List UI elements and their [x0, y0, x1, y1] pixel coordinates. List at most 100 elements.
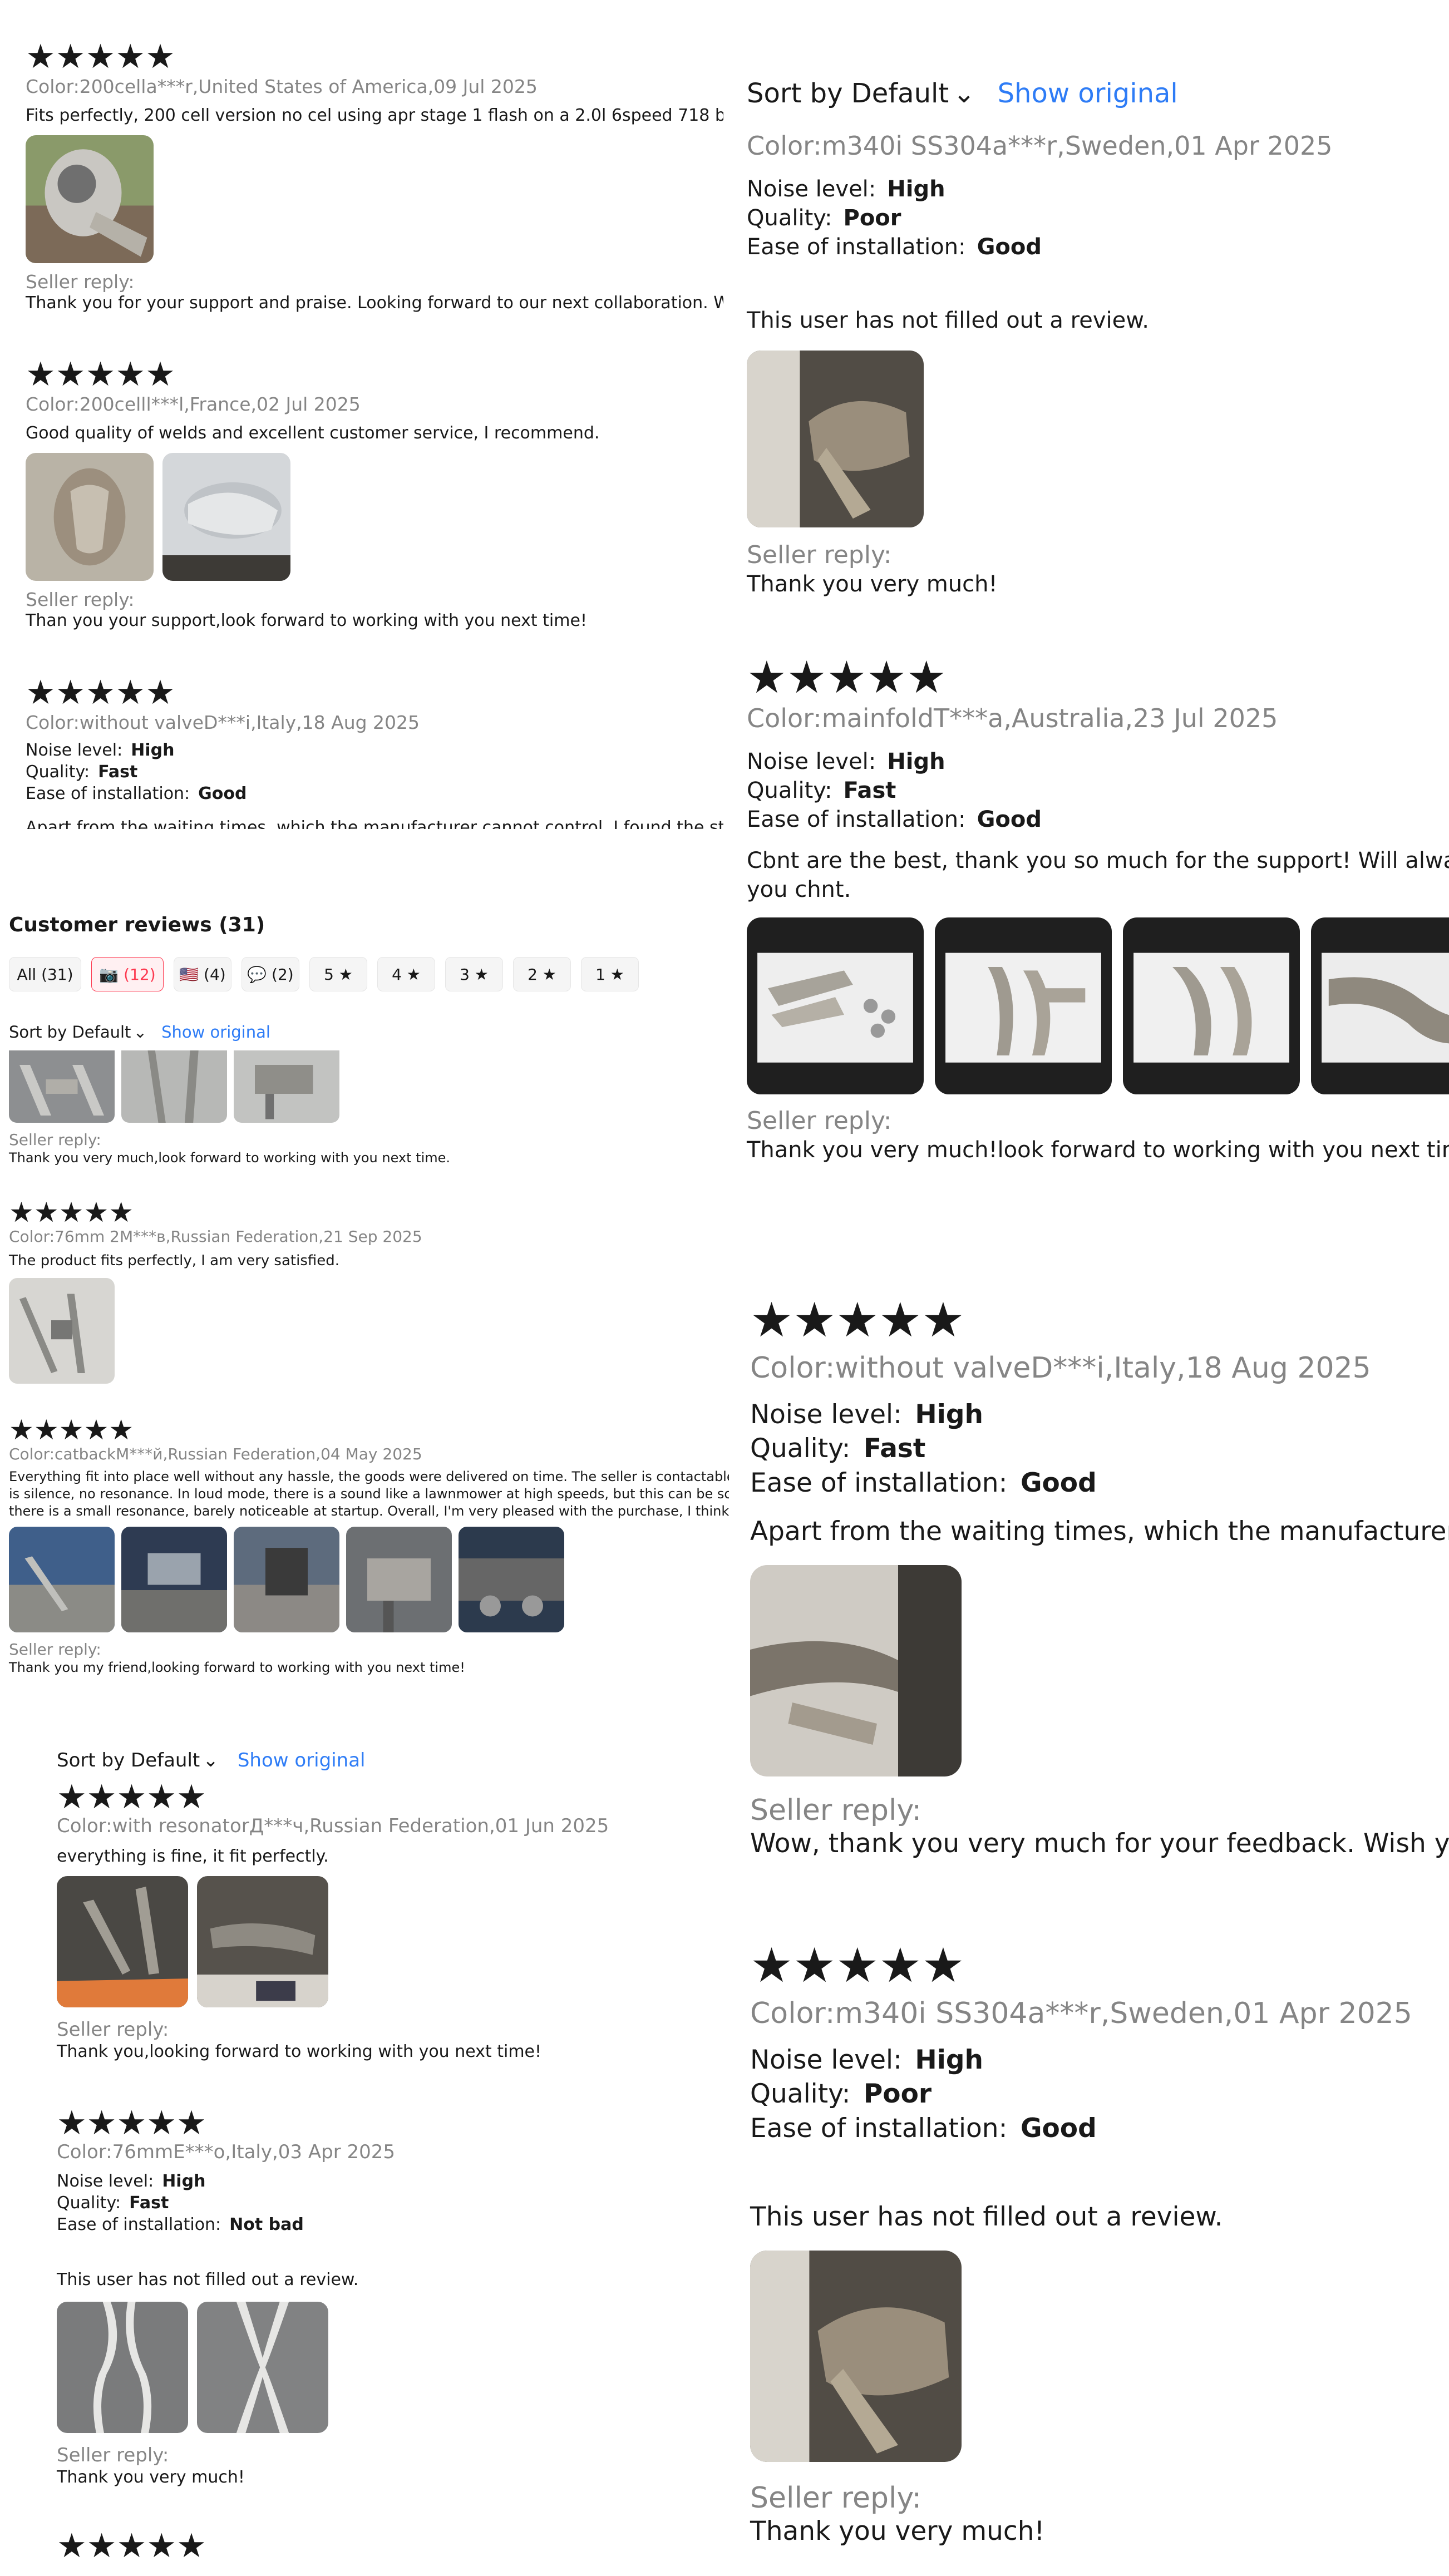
review-photo-thumbnail[interactable]: [750, 1565, 962, 1776]
review-text: The product fits perfectly, I am very sa…: [9, 1252, 340, 1269]
noise-level-label: Noise level:: [750, 1399, 902, 1430]
review-photo-thumbnail[interactable]: [9, 1527, 115, 1633]
review-photo-thumbnail[interactable]: [935, 917, 1112, 1095]
review-meta: Color:catbackМ***й,Russian Federation,04…: [9, 1445, 422, 1463]
review-photo-thumbnail[interactable]: [459, 1527, 564, 1633]
filter-chip-all[interactable]: All (31): [9, 957, 81, 991]
noise-level-value: High: [887, 749, 945, 775]
review-meta: Color:mainfoldT***a,Australia,23 Jul 202…: [747, 703, 1278, 733]
seller-reply-text: Thank you very much!: [750, 2516, 1045, 2547]
review-photo-thumbnail[interactable]: [57, 1876, 188, 2007]
review-photo-thumbnail[interactable]: [121, 1050, 227, 1123]
review-images: [26, 135, 721, 263]
review-item: ★★★★★ Color:200celll***l,France,02 Jul 2…: [26, 358, 721, 631]
noise-level-label: Noise level:: [750, 2045, 902, 2076]
sort-label: Sort by Default: [9, 1023, 131, 1042]
star-rating: ★★★★★: [26, 355, 175, 394]
review-text: Good quality of welds and excellent cust…: [26, 423, 600, 443]
review-photo-thumbnail[interactable]: [9, 1278, 115, 1384]
review-photo-thumbnail[interactable]: [1123, 917, 1300, 1095]
quality-value: Poor: [863, 2079, 932, 2110]
filter-chip-5-star[interactable]: 5 ★: [309, 957, 367, 991]
seller-reply-text: Thank you very much!: [57, 2467, 245, 2487]
noise-level-value: High: [162, 2171, 206, 2191]
review-photo-thumbnail[interactable]: [9, 1050, 115, 1123]
review-photo-thumbnail[interactable]: [750, 2250, 962, 2462]
review-item: ★★★★★ Color:with resonatorД***ч,Russian …: [57, 1780, 730, 2062]
quality-value: Fast: [863, 1433, 926, 1464]
review-photo-thumbnail[interactable]: [57, 2301, 188, 2433]
review-attributes: Noise level: High Quality: Fast Ease of in…: [750, 1398, 1449, 1499]
filter-chip-2-star[interactable]: 2 ★: [513, 957, 571, 991]
filter-chip-with-photos[interactable]: 📷 (12): [91, 957, 164, 991]
review-photo-thumbnail[interactable]: [26, 452, 154, 581]
seller-reply-label: Seller reply:: [26, 588, 135, 610]
seller-reply-label: Seller reply:: [747, 1107, 892, 1136]
seller-reply-label: Seller reply:: [747, 541, 892, 570]
filter-chip-3-star[interactable]: 3 ★: [445, 957, 503, 991]
review-photo-thumbnail[interactable]: [121, 1527, 227, 1633]
review-photo-thumbnail[interactable]: [234, 1527, 339, 1633]
quality-label: Quality:: [26, 762, 90, 782]
filter-chip-4-star[interactable]: 4 ★: [377, 957, 435, 991]
customer-reviews-heading: Customer reviews (31): [9, 914, 265, 936]
star-rating: ★★★★★: [9, 1196, 134, 1228]
ease-of-installation-value: Good: [1020, 2113, 1097, 2144]
review-attributes: Noise level: High Quality: Poor Ease of in…: [750, 2043, 1449, 2145]
seller-reply-label: Seller reply:: [9, 1640, 101, 1659]
review-photo-thumbnail[interactable]: [234, 1050, 339, 1123]
review-photo-thumbnail[interactable]: [162, 452, 290, 581]
filter-chip-1-star[interactable]: 1 ★: [581, 957, 639, 991]
review-photo-thumbnail[interactable]: [197, 2301, 328, 2433]
star-rating: ★★★★★: [750, 1292, 965, 1348]
sort-dropdown[interactable]: Sort by Default ⌄: [747, 78, 975, 109]
show-original-link[interactable]: Show original: [238, 1749, 366, 1771]
review-item: ★★★★★: [57, 2529, 730, 2563]
noise-level-label: Noise level:: [747, 176, 876, 203]
star-rating: ★★★★★: [57, 1778, 206, 1817]
review-images: [750, 2250, 1449, 2462]
noise-level-value: High: [915, 2045, 983, 2076]
sort-bar: Sort by Default ⌄ Show original: [9, 1023, 270, 1042]
review-text: Apart from the waiting times, which the …: [26, 817, 723, 829]
quality-label: Quality:: [747, 778, 832, 804]
filter-chip-with-comments[interactable]: 💬 (2): [241, 957, 299, 991]
review-photo-thumbnail[interactable]: [1311, 917, 1449, 1095]
noise-level-label: Noise level:: [747, 749, 876, 775]
ease-of-installation-label: Ease of installation:: [750, 1467, 1008, 1498]
review-meta: Color:without valveD***i,Italy,18 Aug 20…: [750, 1351, 1371, 1385]
review-meta: Color:200celll***l,France,02 Jul 2025: [26, 393, 361, 415]
star-rating: ★★★★★: [57, 2104, 206, 2143]
show-original-link[interactable]: Show original: [161, 1023, 270, 1042]
review-images: [9, 1278, 727, 1384]
seller-reply-text: Thank you,looking forward to working wit…: [57, 2041, 542, 2061]
ease-of-installation-label: Ease of installation:: [747, 234, 966, 260]
review-text-line: Cbnt are the best, thank you so much for…: [747, 848, 1449, 874]
sort-dropdown[interactable]: Sort by Default ⌄: [9, 1023, 147, 1042]
quality-label: Quality:: [57, 2193, 121, 2213]
ease-of-installation-value: Good: [198, 783, 247, 803]
review-images: [9, 1527, 729, 1633]
chevron-down-icon: ⌄: [203, 1749, 219, 1771]
review-item: ★★★★★ Color:m340i SS304a***r,Sweden,01 A…: [750, 1942, 1449, 2548]
ease-of-installation-label: Ease of installation:: [747, 807, 966, 833]
review-images: [750, 1565, 1449, 1776]
seller-reply-label: Seller reply:: [750, 2481, 921, 2515]
review-photo-thumbnail[interactable]: [747, 917, 924, 1095]
review-item: ★★★★★ Color:76mm 2M***в,Russian Federati…: [9, 1198, 727, 1384]
review-photo-thumbnail[interactable]: [197, 1876, 328, 2007]
review-photo-thumbnail[interactable]: [26, 135, 154, 263]
noise-level-label: Noise level:: [57, 2171, 154, 2191]
review-item: ★★★★★ Color:without valveD***i,Italy,18 …: [750, 1296, 1449, 1861]
sort-dropdown[interactable]: Sort by Default ⌄: [57, 1749, 219, 1771]
review-meta: Color:m340i SS304a***r,Sweden,01 Apr 202…: [747, 131, 1333, 161]
chevron-down-icon: ⌄: [953, 78, 975, 109]
filter-chip-local[interactable]: 🇺🇸 (4): [174, 957, 231, 991]
review-attributes: Noise level: High Quality: Fast Ease of in…: [747, 747, 1449, 834]
review-panel-top-left: ★★★★★ Color:200cella***r,United States o…: [0, 0, 723, 829]
review-photo-thumbnail[interactable]: [346, 1527, 452, 1633]
show-original-link[interactable]: Show original: [998, 78, 1178, 109]
review-photo-thumbnail[interactable]: [747, 351, 924, 528]
review-text-line: is silence, no resonance. In loud mode, …: [9, 1486, 729, 1502]
review-item: ★★★★★ Color:76mmE***o,Italy,03 Apr 2025 …: [57, 2106, 730, 2488]
